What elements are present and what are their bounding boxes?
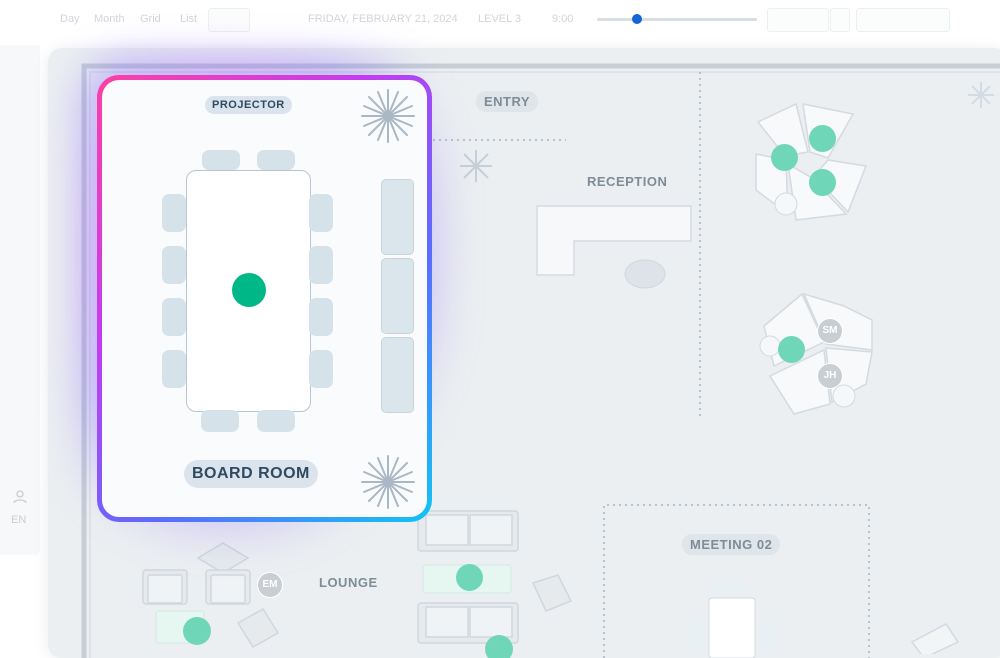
chair	[162, 194, 186, 232]
plant-icon	[968, 82, 994, 108]
chair	[162, 246, 186, 284]
plant-icon	[460, 150, 492, 182]
view-grid-option[interactable]: Grid	[140, 13, 161, 25]
lounge-chair-right	[910, 623, 960, 654]
room-label-projector: PROJECTOR	[205, 96, 292, 114]
plant-icon	[361, 455, 415, 509]
chair	[162, 298, 186, 336]
desk-occupied-marker[interactable]	[456, 564, 483, 591]
left-sidebar	[0, 45, 40, 555]
book-button[interactable]	[856, 8, 950, 32]
time-display: 9:00	[552, 13, 574, 25]
chair	[202, 150, 240, 170]
credenza-panel	[381, 258, 414, 334]
desk-occupied-marker[interactable]	[183, 617, 211, 645]
room-label-board-room: BOARD ROOM	[184, 460, 318, 488]
board-room[interactable]: PROJECTOR BOARD ROOM	[102, 80, 427, 517]
desk-pod-1[interactable]	[748, 94, 878, 224]
user-avatar-sm[interactable]: SM	[817, 318, 843, 344]
filter-button[interactable]	[767, 8, 829, 32]
top-toolbar: Day Month Grid List FRIDAY, FEBRUARY 21,…	[40, 0, 960, 40]
chair	[309, 298, 333, 336]
level-selector[interactable]: LEVEL 3	[478, 13, 521, 25]
plant-icon	[361, 89, 415, 143]
chair	[162, 350, 186, 388]
room-label-meeting-02[interactable]: MEETING 02	[682, 534, 781, 555]
user-avatar-em[interactable]: EM	[257, 572, 283, 598]
chair	[309, 194, 333, 232]
time-slider-track[interactable]	[597, 18, 757, 21]
meeting-02-table[interactable]	[684, 576, 784, 658]
chair	[201, 410, 239, 432]
user-icon[interactable]	[13, 490, 27, 507]
room-label-entry: ENTRY	[476, 91, 539, 112]
user-avatar-jh[interactable]: JH	[817, 363, 843, 389]
credenza-panel	[381, 337, 414, 413]
desk-occupied-marker[interactable]	[809, 125, 836, 152]
chair	[309, 246, 333, 284]
filter-dropdown-button[interactable]	[830, 8, 850, 32]
board-room-occupied-marker[interactable]	[232, 273, 266, 307]
date-display: FRIDAY, FEBRUARY 21, 2024	[308, 13, 458, 25]
view-month-option[interactable]: Month	[94, 13, 125, 25]
desk-occupied-marker[interactable]	[809, 169, 836, 196]
desk-pod-2[interactable]	[754, 286, 880, 416]
language-selector[interactable]: EN	[11, 514, 26, 526]
view-day-option[interactable]: Day	[60, 13, 80, 25]
chair	[309, 350, 333, 388]
time-slider-knob[interactable]	[632, 14, 642, 24]
board-room-highlight[interactable]: PROJECTOR BOARD ROOM	[97, 75, 432, 522]
chair	[257, 410, 295, 432]
today-button[interactable]	[208, 8, 250, 32]
chair	[257, 150, 295, 170]
credenza-panel	[381, 179, 414, 255]
room-label-reception: RECEPTION	[587, 174, 668, 189]
view-list-option[interactable]: List	[180, 13, 197, 25]
desk-occupied-marker[interactable]	[778, 336, 805, 363]
desk-occupied-marker[interactable]	[485, 635, 513, 658]
desk-occupied-marker[interactable]	[771, 144, 798, 171]
